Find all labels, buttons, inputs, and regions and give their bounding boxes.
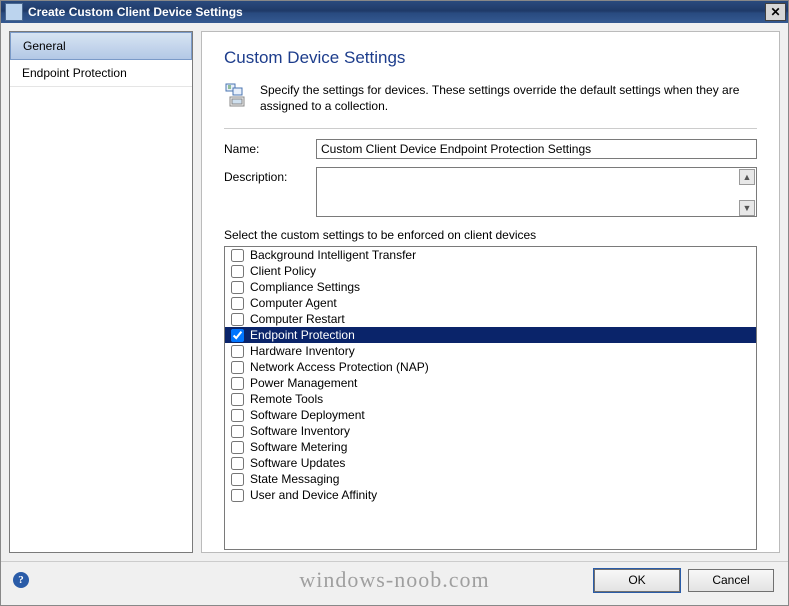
settings-item-label: Background Intelligent Transfer — [250, 248, 416, 262]
settings-item-checkbox[interactable] — [231, 265, 244, 278]
settings-item-checkbox[interactable] — [231, 297, 244, 310]
name-label: Name: — [224, 139, 316, 156]
sidebar-item-general[interactable]: General — [10, 32, 192, 60]
window-title: Create Custom Client Device Settings — [28, 5, 243, 19]
name-input[interactable] — [316, 139, 757, 159]
settings-item-checkbox[interactable] — [231, 425, 244, 438]
settings-item[interactable]: Network Access Protection (NAP) — [225, 359, 756, 375]
description-input[interactable] — [316, 167, 757, 217]
settings-item-label: Compliance Settings — [250, 280, 360, 294]
main-panel: Custom Device Settings Specify the setti… — [201, 31, 780, 553]
footer: ? windows-noob.com OK Cancel — [1, 561, 788, 598]
settings-item[interactable]: Computer Restart — [225, 311, 756, 327]
settings-item[interactable]: Hardware Inventory — [225, 343, 756, 359]
settings-item[interactable]: State Messaging — [225, 471, 756, 487]
dialog-body: General Endpoint Protection Custom Device… — [1, 23, 788, 561]
sidebar-item-label: Endpoint Protection — [22, 66, 127, 80]
settings-item-checkbox[interactable] — [231, 345, 244, 358]
scroll-down-button[interactable]: ▼ — [739, 200, 755, 216]
settings-item[interactable]: Power Management — [225, 375, 756, 391]
settings-item[interactable]: Compliance Settings — [225, 279, 756, 295]
settings-item[interactable]: Software Updates — [225, 455, 756, 471]
title-bar[interactable]: Create Custom Client Device Settings ✕ — [1, 1, 788, 23]
close-button[interactable]: ✕ — [765, 3, 786, 21]
intro-text: Specify the settings for devices. These … — [260, 82, 757, 114]
settings-item-checkbox[interactable] — [231, 489, 244, 502]
settings-item-label: Remote Tools — [250, 392, 323, 406]
settings-item-label: Client Policy — [250, 264, 316, 278]
settings-item-label: Endpoint Protection — [250, 328, 355, 342]
settings-item-label: Power Management — [250, 376, 357, 390]
devices-icon — [224, 82, 250, 108]
help-button[interactable]: ? — [13, 572, 29, 588]
settings-item[interactable]: Software Deployment — [225, 407, 756, 423]
settings-item[interactable]: Computer Agent — [225, 295, 756, 311]
cancel-button[interactable]: Cancel — [688, 569, 774, 592]
settings-item-checkbox[interactable] — [231, 393, 244, 406]
page-title: Custom Device Settings — [224, 48, 757, 68]
settings-item-checkbox[interactable] — [231, 281, 244, 294]
settings-item-label: Computer Agent — [250, 296, 337, 310]
settings-item-checkbox[interactable] — [231, 249, 244, 262]
settings-item-label: Software Deployment — [250, 408, 365, 422]
settings-item[interactable]: Background Intelligent Transfer — [225, 247, 756, 263]
settings-item[interactable]: Remote Tools — [225, 391, 756, 407]
settings-list-label: Select the custom settings to be enforce… — [224, 228, 757, 242]
settings-item-label: User and Device Affinity — [250, 488, 377, 502]
settings-item-label: Network Access Protection (NAP) — [250, 360, 429, 374]
settings-item-checkbox[interactable] — [231, 409, 244, 422]
settings-item-label: Software Metering — [250, 440, 347, 454]
sidebar-item-label: General — [23, 39, 66, 53]
close-icon: ✕ — [770, 5, 780, 19]
settings-item-label: Computer Restart — [250, 312, 345, 326]
settings-item[interactable]: Software Metering — [225, 439, 756, 455]
intro-row: Specify the settings for devices. These … — [224, 82, 757, 114]
settings-item[interactable]: Client Policy — [225, 263, 756, 279]
sidebar-nav: General Endpoint Protection — [9, 31, 193, 553]
settings-item-checkbox[interactable] — [231, 313, 244, 326]
description-label: Description: — [224, 167, 316, 184]
chevron-up-icon: ▲ — [743, 172, 752, 182]
settings-item-label: Hardware Inventory — [250, 344, 355, 358]
ok-button[interactable]: OK — [594, 569, 680, 592]
settings-item[interactable]: User and Device Affinity — [225, 487, 756, 503]
settings-item-label: Software Inventory — [250, 424, 350, 438]
description-row: Description: ▲ ▼ — [224, 167, 757, 220]
settings-item-label: Software Updates — [250, 456, 345, 470]
settings-item-label: State Messaging — [250, 472, 339, 486]
description-container: ▲ ▼ — [316, 167, 757, 220]
dialog-window: Create Custom Client Device Settings ✕ G… — [0, 0, 789, 606]
sidebar: General Endpoint Protection — [1, 23, 201, 561]
settings-item-checkbox[interactable] — [231, 441, 244, 454]
scroll-up-button[interactable]: ▲ — [739, 169, 755, 185]
settings-item-checkbox[interactable] — [231, 377, 244, 390]
separator — [224, 128, 757, 129]
settings-item-checkbox[interactable] — [231, 457, 244, 470]
help-icon: ? — [18, 574, 24, 586]
settings-item-checkbox[interactable] — [231, 361, 244, 374]
settings-item[interactable]: Software Inventory — [225, 423, 756, 439]
watermark-text: windows-noob.com — [299, 567, 489, 593]
settings-item[interactable]: Endpoint Protection — [225, 327, 756, 343]
sidebar-item-endpoint-protection[interactable]: Endpoint Protection — [10, 60, 192, 87]
settings-item-checkbox[interactable] — [231, 473, 244, 486]
chevron-down-icon: ▼ — [743, 203, 752, 213]
window-system-icon — [5, 3, 23, 21]
settings-listbox[interactable]: Background Intelligent Transfer Client Po… — [224, 246, 757, 550]
name-row: Name: — [224, 139, 757, 159]
settings-item-checkbox[interactable] — [231, 329, 244, 342]
